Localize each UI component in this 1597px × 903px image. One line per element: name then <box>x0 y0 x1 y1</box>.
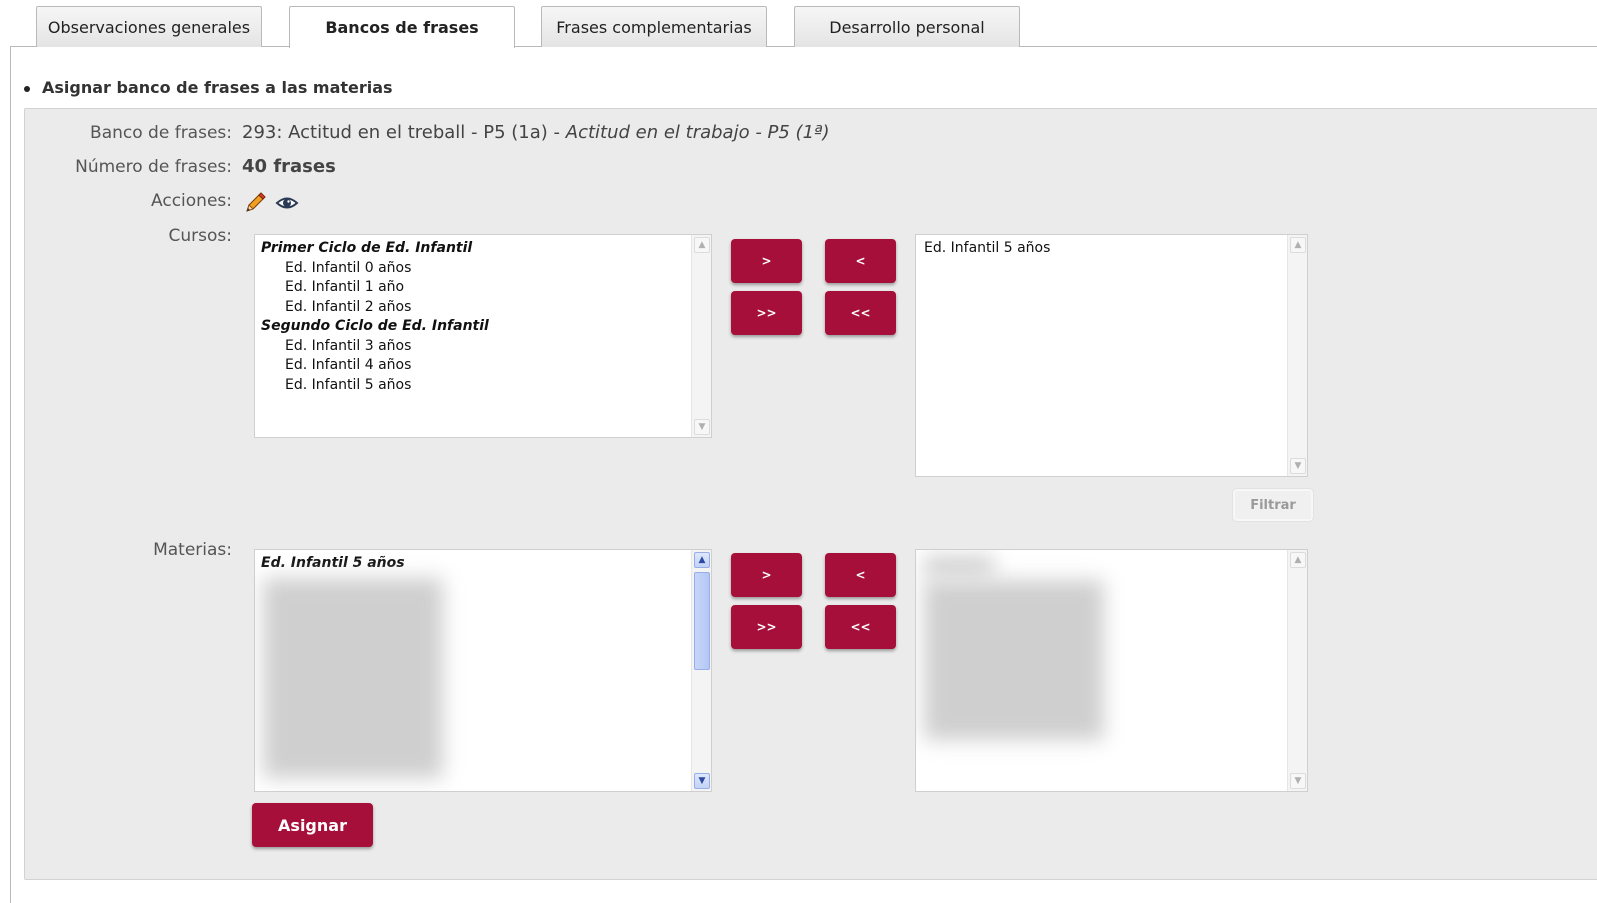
scrollbar[interactable]: ▲ ▼ <box>1287 550 1307 791</box>
cursos-group-label: Segundo Ciclo de Ed. Infantil <box>261 318 489 334</box>
remove-all-cursos-button[interactable]: << <box>825 291 896 335</box>
cursos-label: Cursos: <box>168 226 232 246</box>
remove-curso-button[interactable]: < <box>825 239 896 283</box>
scroll-down-icon[interactable]: ▼ <box>1290 773 1306 789</box>
banco-value: 293: Actitud en el treball - P5 (1a) - A… <box>242 122 830 143</box>
eye-icon[interactable] <box>275 191 299 215</box>
tab-frases-complementarias[interactable]: Frases complementarias <box>541 6 767 47</box>
remove-materia-button[interactable]: < <box>825 553 896 597</box>
tab-desarrollo-personal[interactable]: Desarrollo personal <box>794 6 1020 47</box>
cursos-option[interactable]: Ed. Infantil 4 años <box>255 356 689 376</box>
materias-label: Materias: <box>153 540 232 560</box>
cursos-option[interactable]: Ed. Infantil 2 años <box>255 298 689 318</box>
filtrar-button[interactable]: Filtrar <box>1233 489 1313 521</box>
materias-available-list[interactable]: Ed. Infantil 5 años ▲ ▼ <box>254 549 712 792</box>
banco-label: Banco de frases: <box>90 123 232 143</box>
scroll-up-icon[interactable]: ▲ <box>1290 237 1306 253</box>
scroll-down-icon[interactable]: ▼ <box>1290 458 1306 474</box>
add-all-materias-button[interactable]: >> <box>731 605 802 649</box>
page-border <box>10 46 11 903</box>
tab-bancos-de-frases[interactable]: Bancos de frases <box>289 6 515 48</box>
cursos-group-label: Primer Ciclo de Ed. Infantil <box>261 240 473 256</box>
numero-value-text: 40 frases <box>242 156 336 177</box>
remove-all-materias-button[interactable]: << <box>825 605 896 649</box>
scrollbar[interactable]: ▲ ▼ <box>691 235 711 437</box>
scrollbar[interactable]: ▲ ▼ <box>691 550 711 791</box>
materias-group-label: Ed. Infantil 5 años <box>261 555 405 571</box>
tab-bar: Observaciones generales Bancos de frases… <box>0 0 1597 48</box>
redacted-content <box>263 578 443 778</box>
scroll-up-icon[interactable]: ▲ <box>694 552 710 568</box>
section-title: Asignar banco de frases a las materias <box>42 78 393 97</box>
add-curso-button[interactable]: > <box>731 239 802 283</box>
numero-label: Número de frases: <box>75 157 232 177</box>
tab-observaciones-generales[interactable]: Observaciones generales <box>36 6 262 47</box>
redacted-content <box>924 556 994 576</box>
banco-value-main: 293: Actitud en el treball - P5 (1a) - <box>242 122 561 143</box>
cursos-option[interactable]: Ed. Infantil 0 años <box>255 259 689 279</box>
cursos-selected-option[interactable]: Ed. Infantil 5 años <box>916 239 1285 259</box>
banco-value-italic: Actitud en el trabajo - P5 (1ª) <box>565 122 830 143</box>
bullet <box>24 86 30 92</box>
add-materia-button[interactable]: > <box>731 553 802 597</box>
add-all-cursos-button[interactable]: >> <box>731 291 802 335</box>
numero-value: 40 frases <box>242 156 336 177</box>
scroll-down-icon[interactable]: ▼ <box>694 773 710 789</box>
scroll-up-icon[interactable]: ▲ <box>1290 552 1306 568</box>
asignar-button[interactable]: Asignar <box>252 803 373 847</box>
materias-selected-list[interactable]: ▲ ▼ <box>915 549 1308 792</box>
scroll-down-icon[interactable]: ▼ <box>694 419 710 435</box>
redacted-content <box>924 580 1104 740</box>
scroll-thumb[interactable] <box>694 572 710 670</box>
cursos-available-list[interactable]: Primer Ciclo de Ed. Infantil Ed. Infanti… <box>254 234 712 438</box>
cursos-selected-list[interactable]: Ed. Infantil 5 años ▲ ▼ <box>915 234 1308 477</box>
scrollbar[interactable]: ▲ ▼ <box>1287 235 1307 476</box>
cursos-option[interactable]: Ed. Infantil 5 años <box>255 376 689 396</box>
cursos-option[interactable]: Ed. Infantil 1 año <box>255 278 689 298</box>
acciones-label: Acciones: <box>151 191 232 211</box>
cursos-option[interactable]: Ed. Infantil 3 años <box>255 337 689 357</box>
scroll-up-icon[interactable]: ▲ <box>694 237 710 253</box>
pencil-icon[interactable] <box>243 191 267 215</box>
